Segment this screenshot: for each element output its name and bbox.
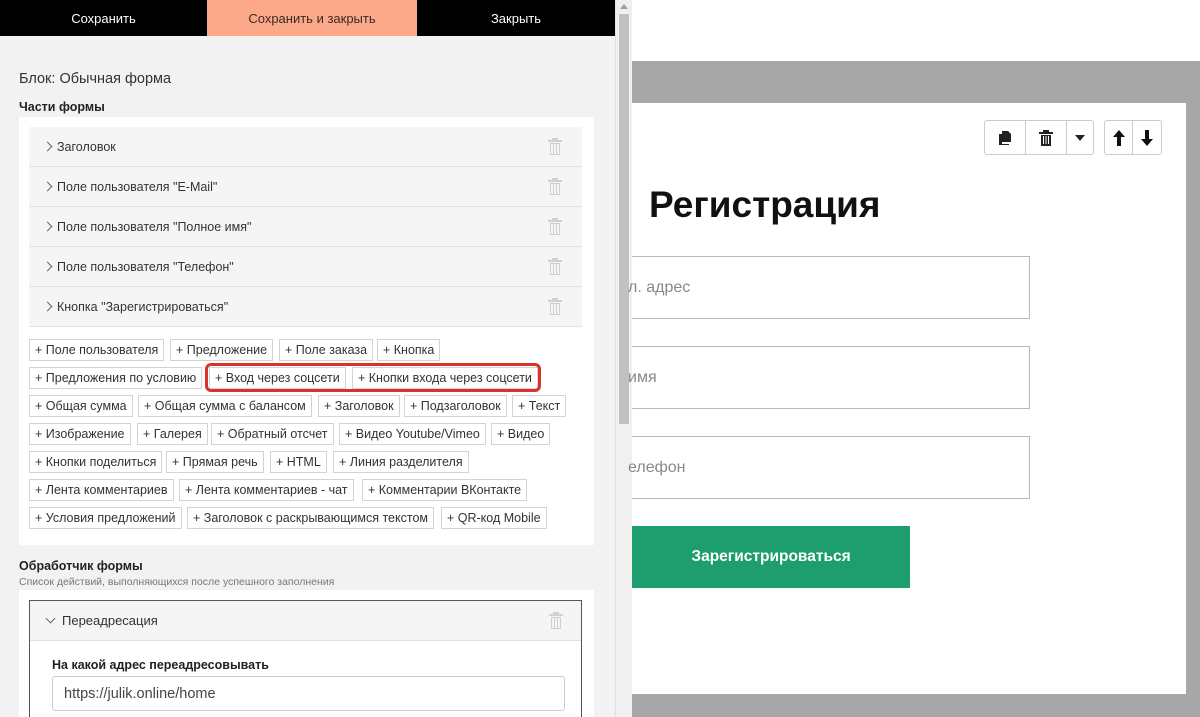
form-part-label: Поле пользователя "E-Mail" xyxy=(57,179,218,194)
close-button[interactable]: Закрыть xyxy=(417,0,615,36)
form-part-label: Поле пользователя "Телефон" xyxy=(57,259,234,274)
add-total-chip[interactable]: + Общая сумма xyxy=(29,395,133,417)
email-field[interactable]: л. адрес xyxy=(628,256,1030,319)
trash-icon[interactable] xyxy=(1026,121,1068,154)
block-title: Блок: Обычная форма xyxy=(19,71,172,87)
form-handler-heading: Обработчик формы xyxy=(19,559,143,573)
trash-icon[interactable] xyxy=(548,258,562,275)
save-and-close-button[interactable]: Сохранить и закрыть xyxy=(207,0,417,36)
block-tools xyxy=(984,120,1094,155)
add-total-balance-chip[interactable]: + Общая сумма с балансом xyxy=(138,395,312,417)
caret-down-icon[interactable] xyxy=(1067,121,1093,154)
scrollbar-thumb[interactable] xyxy=(619,14,629,424)
form-part-row[interactable]: Заголовок xyxy=(29,127,582,167)
redirect-action-panel: Переадресация На какой адрес переадресов… xyxy=(29,600,582,717)
trash-icon[interactable] xyxy=(548,218,562,235)
form-handler-subtitle: Список действий, выполняющихся после усп… xyxy=(19,576,335,588)
add-heading-chip[interactable]: + Заголовок xyxy=(318,395,400,417)
email-field-placeholder: л. адрес xyxy=(628,278,691,296)
add-quote-chip[interactable]: + Прямая речь xyxy=(166,451,264,473)
chevron-right-icon xyxy=(42,181,53,192)
add-offer-terms-chip[interactable]: + Условия предложений xyxy=(29,507,182,529)
add-user-field-chip[interactable]: + Поле пользователя xyxy=(29,339,165,361)
name-field[interactable]: имя xyxy=(628,346,1030,409)
add-share-buttons-chip[interactable]: + Кнопки поделиться xyxy=(29,451,163,473)
scroll-up-icon[interactable] xyxy=(620,4,628,9)
form-part-label: Заголовок xyxy=(57,139,116,154)
add-comments-chat-chip[interactable]: + Лента комментариев - чат xyxy=(179,479,354,501)
move-tools xyxy=(1104,120,1162,155)
trash-icon[interactable] xyxy=(548,178,562,195)
trash-icon[interactable] xyxy=(548,138,562,155)
add-button-chip[interactable]: + Кнопка xyxy=(377,339,441,361)
form-part-row[interactable]: Поле пользователя "Полное имя" xyxy=(29,207,582,247)
add-html-chip[interactable]: + HTML xyxy=(270,451,327,473)
add-collapsible-heading-chip[interactable]: + Заголовок с раскрывающимся текстом xyxy=(187,507,435,529)
chevron-right-icon xyxy=(42,141,53,152)
redirect-url-input[interactable] xyxy=(52,676,565,711)
add-countdown-chip[interactable]: + Обратный отсчет xyxy=(211,423,334,445)
form-part-row[interactable]: Поле пользователя "E-Mail" xyxy=(29,167,582,207)
chevron-right-icon xyxy=(42,221,53,232)
add-divider-chip[interactable]: + Линия разделителя xyxy=(333,451,469,473)
add-offer-chip[interactable]: + Предложение xyxy=(170,339,274,361)
redirect-action-header[interactable]: Переадресация xyxy=(30,601,581,641)
editor-scrollbar[interactable] xyxy=(615,0,632,717)
add-order-field-chip[interactable]: + Поле заказа xyxy=(279,339,374,361)
trash-icon[interactable] xyxy=(548,298,562,315)
add-conditional-offers-chip[interactable]: + Предложения по условию xyxy=(29,367,203,389)
add-video-chip[interactable]: + Видео xyxy=(491,423,551,445)
register-button[interactable]: Зарегистрироваться xyxy=(632,526,910,588)
registration-title: Регистрация xyxy=(649,184,881,225)
add-comments-feed-chip[interactable]: + Лента комментариев xyxy=(29,479,174,501)
form-part-label: Поле пользователя "Полное имя" xyxy=(57,219,252,234)
add-subheading-chip[interactable]: + Подзаголовок xyxy=(404,395,507,417)
chevron-right-icon xyxy=(42,261,53,272)
phone-field-placeholder: елефон xyxy=(628,458,686,476)
editor-panel: Сохранить Сохранить и закрыть Закрыть Бл… xyxy=(0,0,632,717)
form-handler-box: Переадресация На какой адрес переадресов… xyxy=(19,590,594,717)
add-image-chip[interactable]: + Изображение xyxy=(29,423,131,445)
trash-icon[interactable] xyxy=(549,612,563,629)
name-field-placeholder: имя xyxy=(628,368,657,386)
form-parts-heading: Части формы xyxy=(19,100,105,114)
form-part-row[interactable]: Кнопка "Зарегистрироваться" xyxy=(29,287,582,327)
add-gallery-chip[interactable]: + Галерея xyxy=(137,423,208,445)
add-vk-comments-chip[interactable]: + Комментарии ВКонтакте xyxy=(362,479,528,501)
form-part-label: Кнопка "Зарегистрироваться" xyxy=(57,299,229,314)
arrow-up-icon[interactable] xyxy=(1105,121,1133,154)
highlight-frame xyxy=(205,363,541,392)
chevron-down-icon xyxy=(45,613,56,624)
add-video-youtube-chip[interactable]: + Видео Youtube/Vimeo xyxy=(339,423,486,445)
chevron-right-icon xyxy=(42,301,53,312)
redirect-url-label: На какой адрес переадресовывать xyxy=(52,658,269,672)
phone-field[interactable]: елефон xyxy=(628,436,1030,499)
add-qr-code-chip[interactable]: + QR-код Mobile xyxy=(441,507,547,529)
add-text-chip[interactable]: + Текст xyxy=(512,395,567,417)
save-button[interactable]: Сохранить xyxy=(0,0,207,36)
arrow-down-icon[interactable] xyxy=(1133,121,1161,154)
copy-icon[interactable] xyxy=(985,121,1027,154)
preview-top-area xyxy=(632,0,1200,61)
editor-toolbar: Сохранить Сохранить и закрыть Закрыть xyxy=(0,0,615,36)
redirect-action-label: Переадресация xyxy=(62,613,158,628)
form-part-row[interactable]: Поле пользователя "Телефон" xyxy=(29,247,582,287)
